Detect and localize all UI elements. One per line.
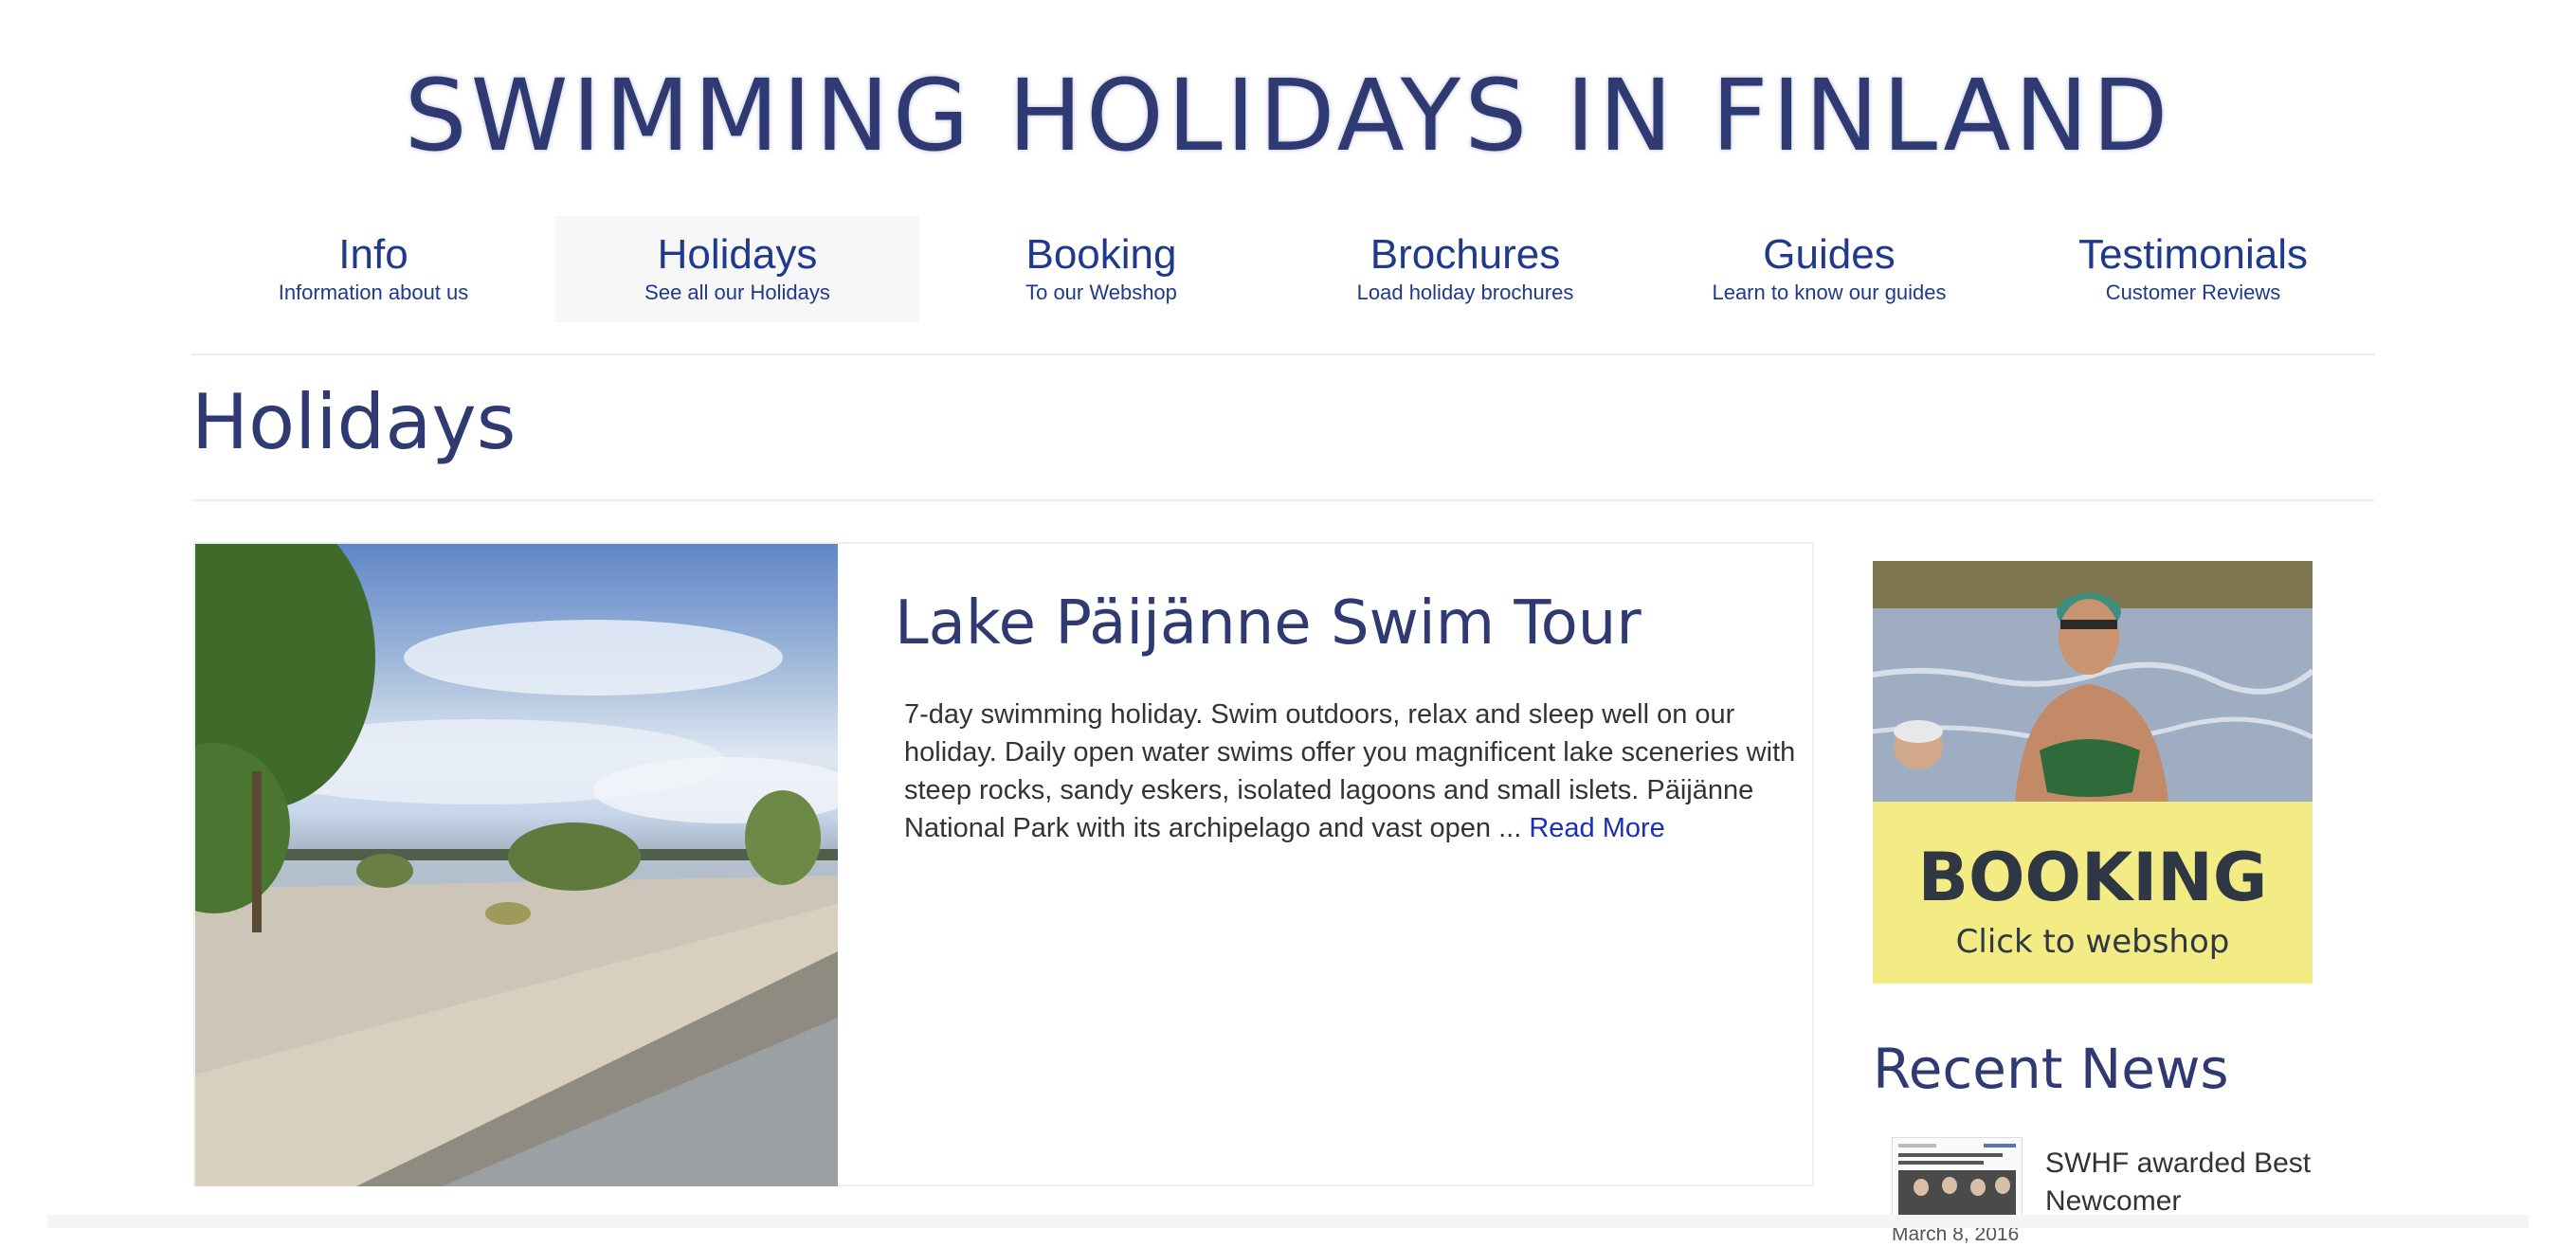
title-divider [191,499,2375,501]
nav-item-title: Testimonials [2077,231,2309,278]
news-thumbnail[interactable] [1892,1137,2023,1224]
lake-shore-illustration [195,544,838,1186]
news-item: SWHF awarded Best Newcomer March 8, 2016 [1892,1133,2385,1245]
nav-item-subtitle: Load holiday brochures [1356,280,1574,304]
swimmer-illustration [1873,561,2313,802]
recent-news-heading: Recent News [1873,1037,2229,1101]
nav-item-testimonials[interactable]: Testimonials Customer Reviews [2011,216,2375,322]
site-logo[interactable]: SWIMMING HOLIDAYS IN FINLAND [0,59,2576,172]
swimmer-photo [1873,561,2313,802]
news-title-link[interactable]: SWHF awarded Best Newcomer [2045,1145,2349,1220]
holiday-photo[interactable] [195,544,838,1186]
nav-item-info[interactable]: Info Information about us [191,216,555,322]
main-nav: Info Information about us Holidays See a… [191,216,2375,322]
booking-banner[interactable]: BOOKING Click to webshop [1873,561,2313,984]
nav-item-title: Brochures [1370,231,1561,278]
newspaper-thumbnail-image [1893,1138,2022,1223]
nav-item-booking[interactable]: Booking To our Webshop [919,216,1283,322]
nav-item-title: Holidays [657,231,818,278]
holiday-title[interactable]: Lake Päijänne Swim Tour [895,586,1642,661]
nav-item-holidays[interactable]: Holidays See all our Holidays [555,216,919,322]
banner-title: BOOKING [1917,839,2268,916]
banner-text-panel: BOOKING Click to webshop [1873,802,2313,984]
read-more-link[interactable]: Read More [1529,813,1664,843]
nav-item-title: Guides [1763,231,1896,278]
nav-item-subtitle: Customer Reviews [2105,280,2281,304]
nav-item-subtitle: See all our Holidays [644,280,830,304]
page-title: Holidays [191,378,517,466]
nav-item-guides[interactable]: Guides Learn to know our guides [1647,216,2011,322]
nav-item-title: Info [338,231,408,278]
nav-item-subtitle: Learn to know our guides [1712,280,1947,304]
holiday-card: Lake Päijänne Swim Tour 7-day swimming h… [193,542,1814,1186]
holiday-excerpt: 7-day swimming holiday. Swim outdoors, r… [904,696,1800,847]
nav-item-brochures[interactable]: Brochures Load holiday brochures [1283,216,1647,322]
banner-subtitle: Click to webshop [1955,923,2230,961]
footer-shade [47,1215,2529,1228]
nav-item-title: Booking [1025,231,1177,278]
nav-item-subtitle: Information about us [278,280,469,304]
nav-item-subtitle: To our Webshop [1025,280,1177,304]
nav-divider [191,353,2375,355]
